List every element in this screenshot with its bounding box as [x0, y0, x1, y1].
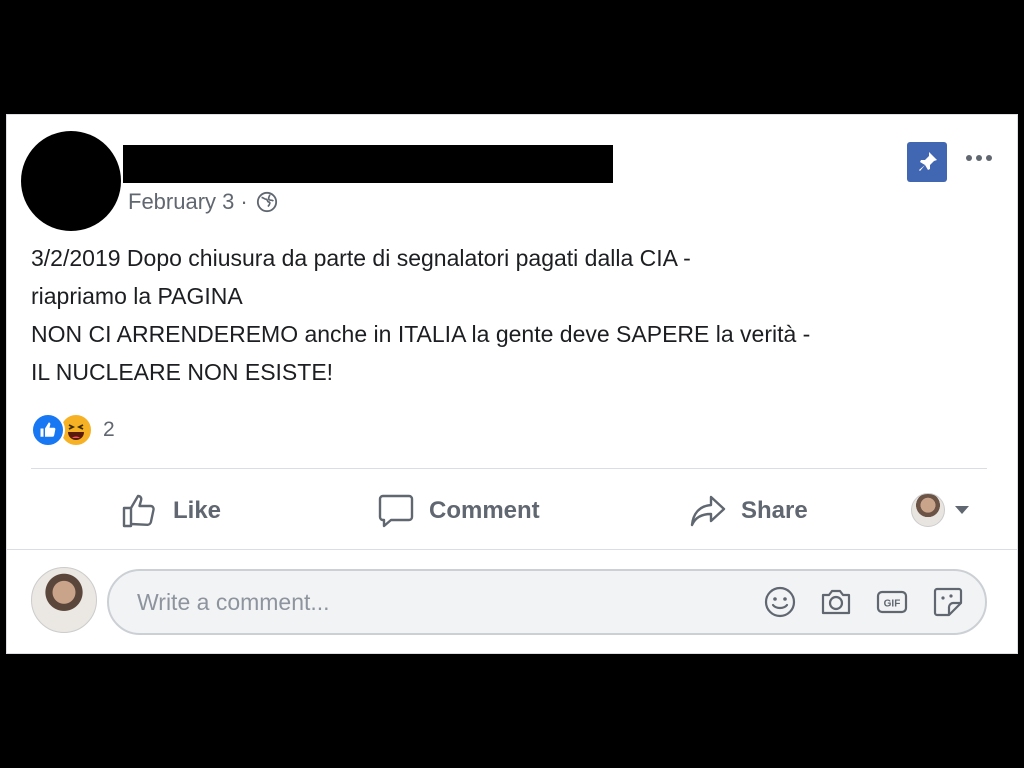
- camera-button[interactable]: [819, 585, 853, 619]
- reaction-identity-selector[interactable]: [911, 493, 969, 527]
- pin-icon: [919, 152, 937, 171]
- thumbs-up-icon: [122, 494, 155, 528]
- post-text-line: NON CI ARRENDEREMO anche in ITALIA la ge…: [31, 321, 811, 347]
- post-card: February 3 · 3/2/2019 Dopo chiusura da p…: [6, 114, 1018, 654]
- divider: [31, 468, 987, 469]
- emoji-icon: [764, 586, 796, 618]
- more-options-icon: [966, 155, 972, 161]
- comment-box[interactable]: GIF: [107, 569, 987, 635]
- reactions-summary[interactable]: 2: [31, 413, 115, 447]
- emoji-button[interactable]: [763, 585, 797, 619]
- comment-button[interactable]: Comment: [377, 491, 540, 531]
- post-text-line: riapriamo la PAGINA: [31, 283, 243, 309]
- page-avatar-redacted[interactable]: [21, 131, 121, 231]
- reaction-count[interactable]: 2: [103, 418, 115, 442]
- share-arrow-icon: [690, 495, 726, 527]
- post-body: 3/2/2019 Dopo chiusura da parte di segna…: [31, 239, 1001, 391]
- divider: [7, 549, 1017, 550]
- commenter-avatar[interactable]: [31, 567, 97, 633]
- gif-icon: GIF: [876, 590, 908, 614]
- like-reaction-icon: [31, 413, 65, 447]
- comment-input[interactable]: [135, 587, 739, 617]
- sticker-button[interactable]: [931, 585, 965, 619]
- post-date[interactable]: February 3: [128, 189, 234, 215]
- sticker-icon: [933, 587, 963, 617]
- post-meta: February 3 ·: [128, 189, 278, 215]
- like-label: Like: [173, 497, 222, 524]
- more-options-dot: [986, 155, 992, 161]
- page-name-redacted[interactable]: [123, 145, 613, 183]
- chevron-down-icon: [955, 506, 969, 514]
- post-text-line: 3/2/2019 Dopo chiusura da parte di segna…: [31, 245, 691, 271]
- camera-icon: [821, 589, 851, 615]
- pin-button[interactable]: [907, 142, 947, 182]
- more-options-dot: [976, 155, 982, 161]
- more-options-button[interactable]: [959, 143, 999, 173]
- svg-text:GIF: GIF: [884, 599, 901, 610]
- avatar: [911, 493, 945, 527]
- comment-label: Comment: [429, 497, 540, 524]
- share-label: Share: [741, 497, 808, 524]
- share-button[interactable]: Share: [689, 491, 808, 531]
- comment-bubble-icon: [378, 494, 414, 528]
- globe-icon[interactable]: [256, 191, 278, 213]
- like-button[interactable]: Like: [121, 491, 221, 531]
- gif-button[interactable]: GIF: [875, 585, 909, 619]
- meta-separator: ·: [240, 189, 248, 214]
- comment-tools: GIF: [763, 585, 965, 619]
- post-text-line: IL NUCLEARE NON ESISTE!: [31, 359, 334, 385]
